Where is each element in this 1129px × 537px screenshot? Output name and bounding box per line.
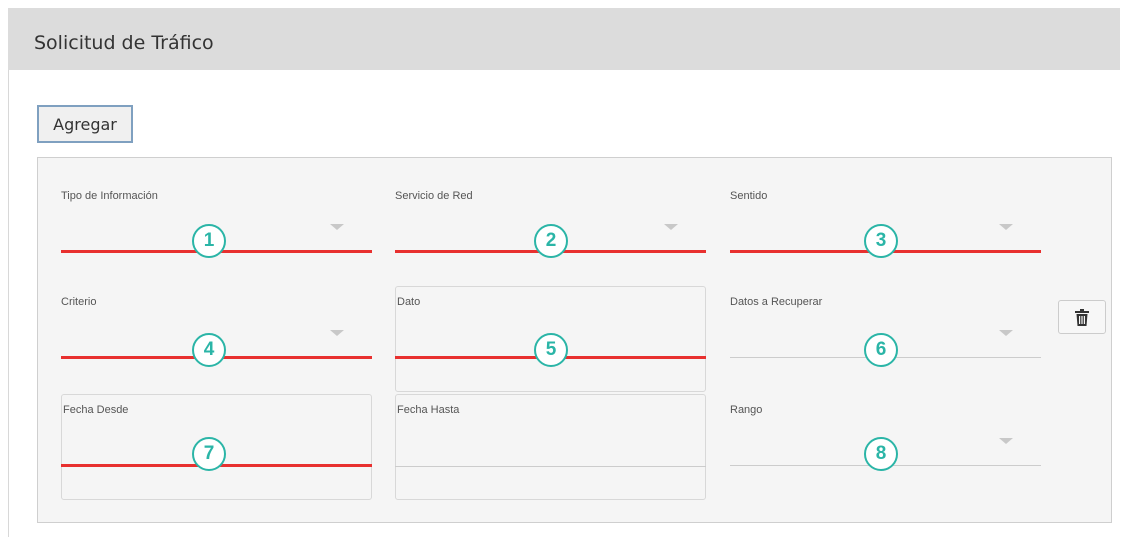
add-button[interactable]: Agregar — [37, 105, 133, 143]
chevron-down-icon — [999, 438, 1013, 444]
dato-label: Dato — [397, 296, 421, 308]
trash-icon — [1075, 308, 1089, 326]
callout-badge-4: 4 — [192, 333, 226, 367]
fecha-hasta-underline — [395, 466, 706, 467]
fecha-hasta-field[interactable]: Fecha Hasta — [395, 394, 706, 500]
sentido-label: Sentido — [730, 190, 768, 202]
rango-label: Rango — [730, 404, 763, 416]
callout-badge-8: 8 — [864, 437, 898, 471]
chevron-down-icon — [330, 224, 344, 230]
chevron-down-icon — [999, 224, 1013, 230]
callout-badge-5: 5 — [534, 333, 568, 367]
chevron-down-icon — [999, 330, 1013, 336]
callout-badge-6: 6 — [864, 333, 898, 367]
delete-button[interactable] — [1058, 300, 1106, 334]
fecha-hasta-label: Fecha Hasta — [397, 404, 460, 416]
page-left-border — [8, 70, 9, 537]
tipo-informacion-label: Tipo de Información — [61, 190, 158, 202]
callout-badge-3: 3 — [864, 224, 898, 258]
page-title: Solicitud de Tráfico — [34, 32, 214, 54]
callout-badge-7: 7 — [192, 437, 226, 471]
fecha-desde-label: Fecha Desde — [63, 404, 129, 416]
servicio-red-label: Servicio de Red — [395, 190, 473, 202]
chevron-down-icon — [664, 224, 678, 230]
datos-recuperar-label: Datos a Recuperar — [730, 296, 823, 308]
chevron-down-icon — [330, 330, 344, 336]
callout-badge-2: 2 — [534, 224, 568, 258]
page-header: Solicitud de Tráfico — [8, 8, 1120, 70]
criterio-label: Criterio — [61, 296, 97, 308]
callout-badge-1: 1 — [192, 224, 226, 258]
